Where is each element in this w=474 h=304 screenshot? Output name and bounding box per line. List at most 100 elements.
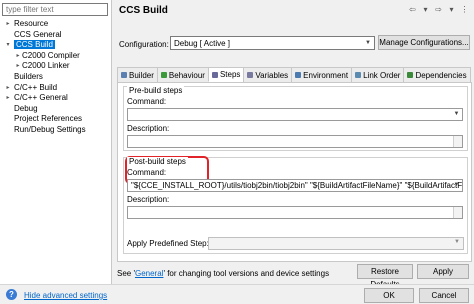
tree-item-ccs-general[interactable]: CCS General: [2, 30, 110, 41]
post-build-title: Post-build steps: [127, 157, 188, 166]
chevron-down-icon: ▼: [454, 239, 460, 245]
tree-item-label: C2000 Compiler: [22, 50, 80, 60]
tab-label: Link Order: [363, 70, 401, 80]
tree-item-c2000-linker[interactable]: ▸ C2000 Linker: [2, 61, 110, 72]
steps-panel: Pre-build steps Command: ▼ Description: …: [117, 82, 472, 262]
tree-item-label: C/C++ General: [14, 93, 68, 103]
chevron-down-icon[interactable]: ▼: [451, 180, 462, 191]
scrollbar[interactable]: [453, 136, 462, 147]
tree-item-resource[interactable]: ▸ Resource: [2, 19, 110, 30]
pre-build-description-label: Description:: [127, 124, 170, 133]
variables-icon: [247, 72, 254, 78]
dependencies-icon: [407, 72, 414, 78]
title-bar: CCS Build ⇦ ▾ ⇨ ▾ ⋮: [113, 0, 474, 22]
tab-label: Variables: [255, 70, 289, 80]
post-build-command-label: Command:: [127, 168, 167, 177]
tab-label: Steps: [219, 70, 241, 79]
post-build-group: Post-build steps Command: "${CCE_INSTALL…: [123, 156, 468, 254]
tree-item-label: C/C++ Build: [14, 82, 58, 92]
pre-build-command-field[interactable]: ▼: [127, 108, 463, 121]
tree-item-ccs-build[interactable]: ▾ CCS Build: [2, 40, 110, 51]
expanded-twisty-icon[interactable]: ▾: [4, 40, 12, 51]
chevron-down-icon[interactable]: ▼: [451, 109, 462, 120]
apply-button[interactable]: Apply: [417, 264, 469, 279]
cancel-button[interactable]: Cancel: [419, 288, 469, 303]
apply-predefined-step-select[interactable]: ▼: [208, 237, 464, 250]
post-build-command-value: "${CCE_INSTALL_ROOT}/utils/tiobj2bin/tio…: [131, 181, 463, 190]
tree-item-label: CCS Build: [14, 40, 55, 50]
pre-build-description-field[interactable]: [127, 135, 463, 148]
properties-tree: ▸ Resource CCS General ▾ CCS Build ▸ C2000 Com…: [2, 19, 110, 136]
forward-arrow-icon[interactable]: ⇨: [433, 5, 444, 14]
dialog-button-bar: ? Hide advanced settings OK Cancel: [0, 284, 474, 304]
tab-behaviour[interactable]: Behaviour: [156, 67, 208, 82]
manage-configurations-button[interactable]: Manage Configurations...: [378, 35, 470, 50]
tree-item-project-references[interactable]: Project References: [2, 114, 110, 125]
configuration-label: Configuration:: [119, 40, 169, 49]
main-panel: CCS Build ⇦ ▾ ⇨ ▾ ⋮ Configuration: Debug…: [113, 0, 474, 289]
tab-link-order[interactable]: Link Order: [351, 67, 404, 82]
general-hint: See 'General' for changing tool versions…: [117, 269, 329, 278]
hide-advanced-settings-link[interactable]: Hide advanced settings: [24, 291, 107, 300]
tree-item-label: C2000 Linker: [22, 61, 70, 71]
post-build-command-field[interactable]: "${CCE_INSTALL_ROOT}/utils/tiobj2bin/tio…: [127, 179, 463, 192]
builder-icon: [121, 72, 127, 78]
tab-variables[interactable]: Variables: [243, 67, 292, 82]
tree-item-builders[interactable]: Builders: [2, 72, 110, 83]
post-build-description-label: Description:: [127, 195, 170, 204]
tab-bar-filler: [469, 67, 474, 82]
hint-suffix: ' for changing tool versions and device …: [163, 269, 330, 278]
pre-build-title: Pre-build steps: [127, 86, 185, 95]
tab-environment[interactable]: Environment: [291, 67, 352, 82]
configuration-select[interactable]: Debug [ Active ] ▼: [170, 36, 375, 50]
tree-item-label: Resource: [14, 19, 49, 28]
collapsed-twisty-icon[interactable]: ▸: [14, 61, 22, 72]
tree-item-label: CCS General: [14, 29, 62, 39]
restore-defaults-button[interactable]: Restore Defaults: [357, 264, 413, 289]
tab-label: Dependencies: [415, 70, 467, 80]
collapsed-twisty-icon[interactable]: ▸: [4, 83, 12, 94]
post-build-description-field[interactable]: [127, 206, 463, 219]
tab-builder[interactable]: Builder: [117, 67, 157, 82]
link-order-icon: [355, 72, 362, 78]
pre-build-command-label: Command:: [127, 97, 167, 106]
tree-item-debug[interactable]: Debug: [2, 104, 110, 115]
behaviour-icon: [160, 72, 167, 78]
tree-item-run-debug-settings[interactable]: Run/Debug Settings: [2, 125, 110, 136]
tree-item-label: Debug: [14, 103, 38, 113]
tree-item-c2000-compiler[interactable]: ▸ C2000 Compiler: [2, 51, 110, 62]
tab-label: Behaviour: [168, 70, 205, 80]
tab-steps[interactable]: Steps: [207, 67, 244, 82]
back-arrow-icon[interactable]: ⇦: [407, 5, 418, 14]
help-icon[interactable]: ?: [6, 289, 17, 300]
hint-prefix: See ': [117, 269, 135, 278]
pre-build-group: Pre-build steps Command: ▼ Description:: [123, 86, 468, 151]
tree-item-label: Project References: [14, 114, 83, 124]
tree-item-c-c-build[interactable]: ▸ C/C++ Build: [2, 83, 110, 94]
ok-button[interactable]: OK: [364, 288, 414, 303]
forward-menu-icon[interactable]: ▾: [446, 5, 457, 14]
tab-bar: Builder Behaviour Steps Variables Environmen…: [117, 67, 474, 82]
tree-item-label: Run/Debug Settings: [14, 124, 86, 134]
configuration-value: Debug [ Active ]: [174, 39, 231, 48]
collapsed-twisty-icon[interactable]: ▸: [14, 51, 22, 62]
tree-item-c-c-general[interactable]: ▸ C/C++ General: [2, 93, 110, 104]
tab-label: Environment: [303, 70, 349, 80]
collapsed-twisty-icon[interactable]: ▸: [4, 19, 12, 30]
collapsed-twisty-icon[interactable]: ▸: [4, 93, 12, 104]
steps-icon: [211, 71, 218, 78]
environment-icon: [295, 72, 302, 78]
page-title: CCS Build: [119, 5, 168, 16]
apply-predefined-step-label: Apply Predefined Step:: [127, 239, 209, 248]
filter-input[interactable]: [2, 3, 108, 16]
tab-label: Builder: [129, 70, 154, 80]
tree-item-label: Builders: [14, 71, 43, 81]
preferences-sidebar: ▸ResourceCCS General▾CCS Build▸C2000 Com…: [0, 0, 112, 284]
scrollbar[interactable]: [453, 207, 462, 218]
chevron-down-icon: ▼: [365, 40, 371, 46]
nav-arrows: ⇦ ▾ ⇨ ▾ ⋮: [407, 5, 470, 14]
view-menu-icon[interactable]: ⋮: [459, 5, 470, 14]
back-menu-icon[interactable]: ▾: [420, 5, 431, 14]
tab-dependencies[interactable]: Dependencies: [403, 67, 470, 82]
general-link[interactable]: General: [135, 269, 163, 278]
